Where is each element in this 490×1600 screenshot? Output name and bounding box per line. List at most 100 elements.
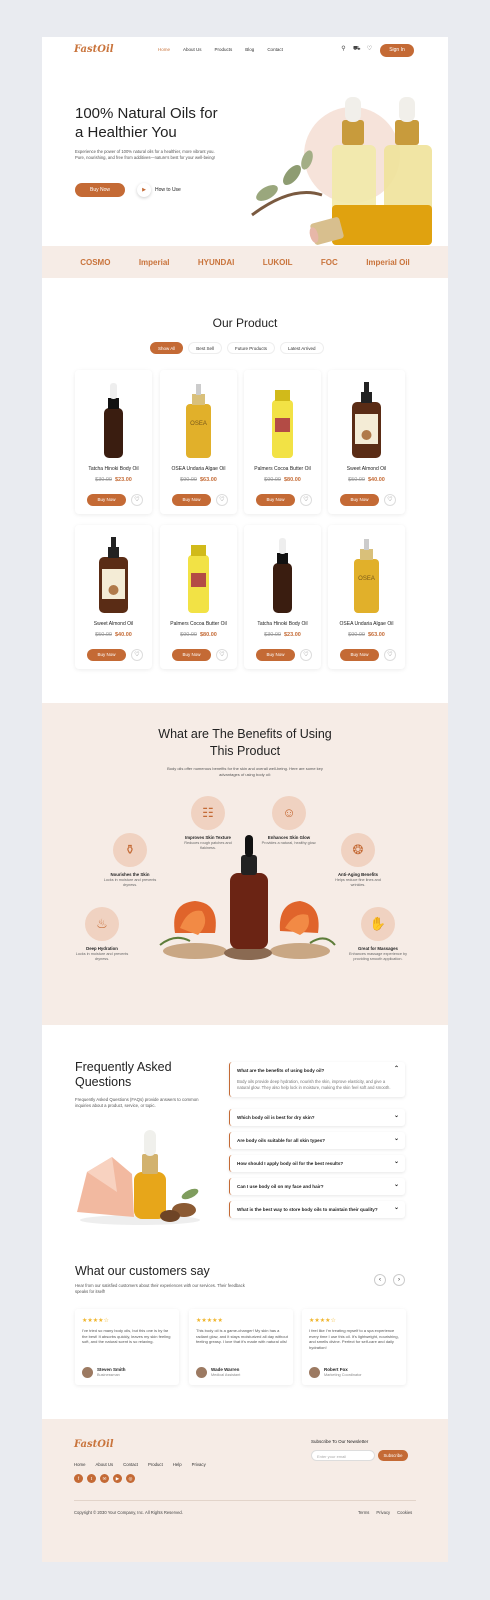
- header-icons: ⚲ ⛟ ♡: [340, 46, 373, 53]
- benefit-item: ✋ Great for Massages Enhances massage ex…: [348, 907, 408, 962]
- new-price: $80.00: [284, 477, 301, 483]
- email-icon[interactable]: ✉: [100, 1474, 109, 1483]
- hero-buy-now-button[interactable]: Buy Now: [75, 183, 125, 197]
- product-price: $30.00 $23.00: [244, 632, 321, 638]
- how-to-use-button[interactable]: ▶ How to Use: [137, 183, 181, 197]
- customer-name: Robert Fox: [324, 1367, 348, 1372]
- product-card[interactable]: OSEA OSEA Undaria Algae Oil $90.00 $63.00 Bu…: [160, 370, 237, 514]
- footer-link-contact[interactable]: Contact: [123, 1462, 138, 1467]
- tab-future-products[interactable]: Future Products: [227, 342, 276, 354]
- testimonial-quote: I feel like I'm treating myself to a spa…: [309, 1328, 399, 1350]
- footer-logo[interactable]: FastOil: [74, 1439, 114, 1450]
- wishlist-heart-icon[interactable]: ♡: [384, 494, 396, 506]
- buy-now-button[interactable]: Buy Now: [340, 494, 379, 506]
- how-to-use-label: How to Use: [155, 187, 181, 193]
- legal-links: Terms Privacy Cookies: [358, 1510, 412, 1515]
- benefits-title: What are The Benefits of Using This Prod…: [158, 727, 332, 758]
- brand-logo: Imperial: [138, 257, 170, 267]
- old-price: $50.00: [95, 632, 112, 638]
- nav-about[interactable]: About Us: [183, 47, 202, 52]
- faq-item[interactable]: What are the benefits of using body oil?…: [229, 1061, 405, 1097]
- product-name: Palmers Cocoa Butter Oil: [170, 621, 227, 627]
- tab-latest-arrived[interactable]: Latest Arrived: [280, 342, 324, 354]
- avatar: [82, 1367, 93, 1378]
- footer-link-product[interactable]: Product: [148, 1462, 163, 1467]
- product-card[interactable]: Palmers Cocoa Butter Oil $90.00 $80.00 Buy …: [244, 370, 321, 514]
- benefit-desc: Enhances massage experience by providing…: [348, 952, 408, 962]
- search-icon[interactable]: ⚲: [340, 46, 347, 53]
- product-card[interactable]: Palmers Cocoa Butter Oil $90.00 $80.00 Buy …: [160, 525, 237, 669]
- footer-link-home[interactable]: Home: [74, 1462, 85, 1467]
- product-card[interactable]: Sweet Almond Oil $50.00 $40.00 Buy Now ♡: [75, 525, 152, 669]
- wishlist-heart-icon[interactable]: ♡: [131, 494, 143, 506]
- tab-show-all[interactable]: Show All: [150, 342, 184, 354]
- prev-arrow-icon[interactable]: ‹: [374, 1274, 386, 1286]
- product-price: $90.00 $63.00: [160, 477, 237, 483]
- buy-now-button[interactable]: Buy Now: [172, 494, 211, 506]
- wishlist-heart-icon[interactable]: ♡: [384, 649, 396, 661]
- product-card[interactable]: Sweet Almond Oil $50.00 $40.00 Buy Now ♡: [328, 370, 405, 514]
- avatar: [196, 1367, 207, 1378]
- subscribe-button[interactable]: Subscribe: [378, 1450, 408, 1461]
- faq-question[interactable]: Can I use body oil on my face and hair?: [230, 1177, 405, 1195]
- buy-now-button[interactable]: Buy Now: [256, 494, 295, 506]
- nav-home[interactable]: Home: [158, 47, 170, 52]
- facebook-icon[interactable]: f: [74, 1474, 83, 1483]
- products-title: Our Product: [212, 316, 278, 330]
- wishlist-heart-icon[interactable]: ♡: [216, 494, 228, 506]
- product-image: OSEA: [186, 384, 211, 458]
- faq-item[interactable]: Can I use body oil on my face and hair?: [229, 1177, 405, 1195]
- product-image: [104, 383, 123, 458]
- buy-now-button[interactable]: Buy Now: [87, 494, 126, 506]
- faq-question[interactable]: Which body oil is best for dry skin?: [230, 1108, 405, 1126]
- product-price: $50.00 $40.00: [328, 477, 405, 483]
- legal-terms[interactable]: Terms: [358, 1510, 369, 1515]
- heart-icon[interactable]: ♡: [366, 46, 373, 53]
- product-image: [273, 538, 292, 613]
- faq-question[interactable]: What are the benefits of using body oil?: [230, 1061, 405, 1079]
- cart-icon[interactable]: ⛟: [353, 46, 361, 53]
- faq-question[interactable]: How should I apply body oil for the best…: [230, 1154, 405, 1172]
- buy-now-button[interactable]: Buy Now: [340, 649, 379, 661]
- next-arrow-icon[interactable]: ›: [393, 1274, 405, 1286]
- twitter-icon[interactable]: t: [87, 1474, 96, 1483]
- product-card[interactable]: Tatcha Hinoki Body Oil $30.00 $23.00 Buy No…: [75, 370, 152, 514]
- wishlist-heart-icon[interactable]: ♡: [131, 649, 143, 661]
- youtube-icon[interactable]: ▶: [113, 1474, 122, 1483]
- massage-icon: ✋: [361, 907, 395, 941]
- product-image: [272, 390, 293, 458]
- faq-item[interactable]: What is the best way to store body oils …: [229, 1200, 405, 1218]
- faq-item[interactable]: Are body oils suitable for all skin type…: [229, 1131, 405, 1149]
- tab-best-sell[interactable]: Best Sell: [188, 342, 223, 354]
- wishlist-heart-icon[interactable]: ♡: [216, 649, 228, 661]
- faq-item[interactable]: How should I apply body oil for the best…: [229, 1154, 405, 1172]
- buy-now-button[interactable]: Buy Now: [87, 649, 126, 661]
- sign-in-button[interactable]: Sign In: [380, 44, 414, 57]
- buy-now-button[interactable]: Buy Now: [172, 649, 211, 661]
- faq-item[interactable]: Which body oil is best for dry skin?: [229, 1108, 405, 1126]
- nav-products[interactable]: Products: [215, 47, 233, 52]
- logo[interactable]: FastOil: [74, 44, 114, 55]
- footer-link-help[interactable]: Help: [173, 1462, 182, 1467]
- faq-question[interactable]: What is the best way to store body oils …: [230, 1200, 405, 1218]
- testimonials-description: Hear from our satisfied customers about …: [75, 1283, 245, 1294]
- footer-link-privacy[interactable]: Privacy: [192, 1462, 206, 1467]
- legal-privacy[interactable]: Privacy: [376, 1510, 390, 1515]
- product-image: [352, 382, 381, 458]
- faq-question[interactable]: Are body oils suitable for all skin type…: [230, 1131, 405, 1149]
- product-card[interactable]: Tatcha Hinoki Body Oil $30.00 $23.00 Buy No…: [244, 525, 321, 669]
- legal-cookies[interactable]: Cookies: [397, 1510, 412, 1515]
- old-price: $90.00: [180, 632, 197, 638]
- testimonial-quote: I've tried so many body oils, but this o…: [82, 1328, 171, 1345]
- wishlist-heart-icon[interactable]: ♡: [300, 494, 312, 506]
- nav-contact[interactable]: Contact: [267, 47, 283, 52]
- footer-link-about[interactable]: About Us: [95, 1462, 113, 1467]
- buy-now-button[interactable]: Buy Now: [256, 649, 295, 661]
- newsletter-email-input[interactable]: Enter your email: [311, 1450, 375, 1461]
- nav-blog[interactable]: Blog: [245, 47, 254, 52]
- product-card[interactable]: OSEA OSEA Undaria Algae Oil $90.00 $63.00 Bu…: [328, 525, 405, 669]
- instagram-icon[interactable]: ◎: [126, 1474, 135, 1483]
- brand-logo: Imperial Oil: [366, 257, 410, 267]
- wishlist-heart-icon[interactable]: ♡: [300, 649, 312, 661]
- svg-text:OSEA: OSEA: [190, 421, 207, 427]
